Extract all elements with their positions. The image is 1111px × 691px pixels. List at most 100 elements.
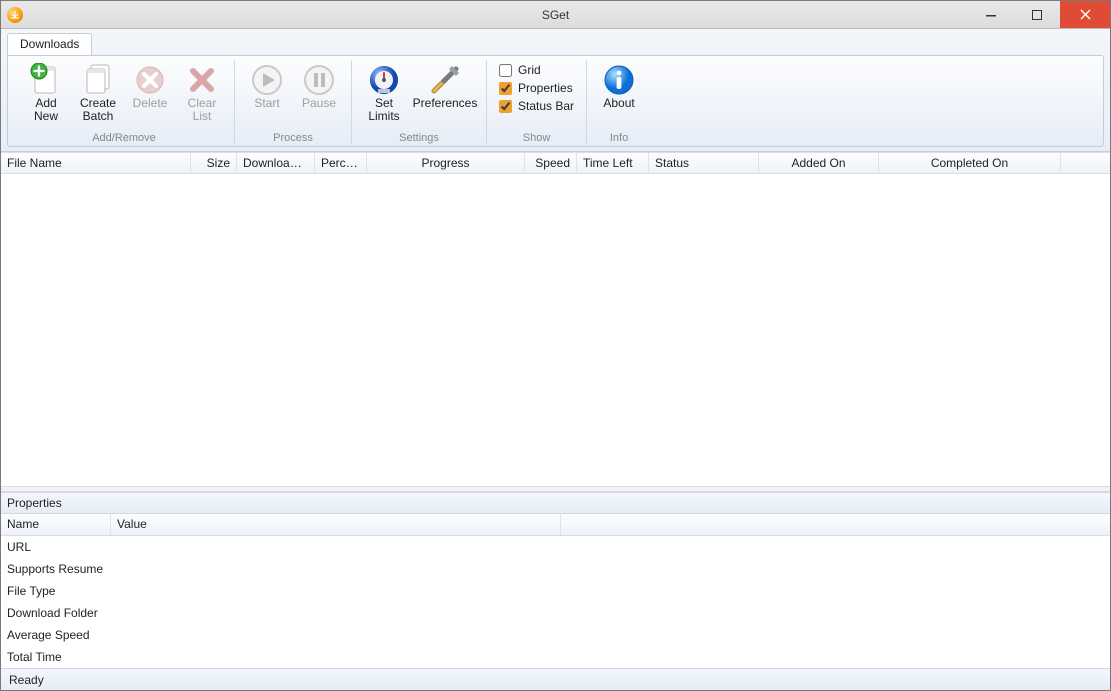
ribbon-button-label: Clear List [188,97,217,125]
property-row: Supports Resume [1,558,1110,580]
column-header[interactable]: Progress [367,153,525,173]
checkbox-label: Properties [518,81,573,95]
column-header[interactable]: Speed [525,153,577,173]
start-icon [250,63,284,97]
tab-label: Downloads [20,37,79,51]
property-name: URL [1,540,111,554]
start-button: Start [243,60,291,126]
ribbon-group: Grid Properties Status Bar Show [487,60,587,144]
column-header[interactable]: Time Left [577,153,649,173]
create-batch-button[interactable]: Create Batch [74,60,122,126]
column-header[interactable]: Percent [315,153,367,173]
preferences-button[interactable]: Preferences [412,60,478,126]
statusbar-text: Ready [9,673,44,687]
property-row: Download Folder [1,602,1110,624]
ribbon-group-row: Set Limits Preferences [360,60,478,130]
property-name: File Type [1,584,111,598]
ribbon-button-label: Add New [34,97,58,125]
statusbar: Ready [1,668,1110,690]
about-icon [602,63,636,97]
ribbon-group: About Info [587,60,651,144]
maximize-button[interactable] [1014,1,1060,28]
statusbar-checkbox-input[interactable] [499,100,512,113]
ribbon-tabstrip: Downloads [7,33,1104,55]
ribbon-button-label: Create Batch [80,97,116,125]
checkbox-label: Grid [518,63,541,77]
properties-col-name[interactable]: Name [1,514,111,535]
ribbon-group: Start Pause Process [235,60,352,144]
delete-button: Delete [126,60,174,126]
ribbon-group-row: Grid Properties Status Bar [495,60,578,130]
pause-button: Pause [295,60,343,126]
grid-checkbox[interactable]: Grid [495,62,578,78]
minimize-icon [986,10,996,20]
limits-icon [367,63,401,97]
property-row: URL [1,536,1110,558]
ribbon-button-label: Set Limits [368,97,399,125]
property-name: Total Time [1,650,111,664]
add-new-button[interactable]: Add New [22,60,70,126]
ribbon-button-label: Pause [302,97,336,125]
window-controls [968,1,1110,28]
downloads-body[interactable] [1,174,1110,486]
properties-checkbox[interactable]: Properties [495,80,578,96]
ribbon: Add New Create Batch Delete Clear ListAd… [7,55,1104,147]
downloads-header-row: File NameSizeDownloadedPercentProgressSp… [1,152,1110,174]
show-checkbox-column: Grid Properties Status Bar [495,60,578,114]
ribbon-button-label: Delete [133,97,168,125]
clear-list-icon [185,63,219,97]
ribbon-button-label: Start [254,97,279,125]
add-new-icon [29,63,63,97]
properties-col-value[interactable]: Value [111,514,561,535]
about-button[interactable]: About [595,60,643,126]
properties-rows: URL Supports Resume File Type Download Fold… [1,536,1110,668]
property-row: Total Time [1,646,1110,668]
ribbon-group: Set Limits Preferences Settings [352,60,487,144]
create-batch-icon [81,63,115,97]
ribbon-area: Downloads Add New Create Batch Delete Cl… [1,29,1110,152]
column-header[interactable]: Completed On [879,153,1061,173]
pause-icon [302,63,336,97]
ribbon-button-label: About [603,97,634,125]
minimize-button[interactable] [968,1,1014,28]
ribbon-group-label: Info [610,132,628,144]
clear-list-button: Clear List [178,60,226,126]
properties-checkbox-input[interactable] [499,82,512,95]
statusbar-checkbox[interactable]: Status Bar [495,98,578,114]
ribbon-button-label: Preferences [413,97,478,125]
preferences-icon [428,63,462,97]
grid-checkbox-input[interactable] [499,64,512,77]
window-title: SGet [1,8,1110,22]
property-name: Supports Resume [1,562,111,576]
property-row: File Type [1,580,1110,602]
ribbon-group-label: Show [523,132,551,144]
set-limits-button[interactable]: Set Limits [360,60,408,126]
tab-downloads[interactable]: Downloads [7,33,92,55]
ribbon-group-row: Add New Create Batch Delete Clear List [22,60,226,130]
column-header[interactable]: File Name [1,153,191,173]
downloads-area: File NameSizeDownloadedPercentProgressSp… [1,152,1110,486]
column-header[interactable]: Downloaded [237,153,315,173]
checkbox-label: Status Bar [518,99,574,113]
properties-title: Properties [1,492,1110,514]
properties-col-spacer [561,514,1110,535]
app-window: SGet Downloads Add New [0,0,1111,691]
maximize-icon [1032,10,1042,20]
app-icon [7,7,23,23]
property-name: Average Speed [1,628,111,642]
column-header[interactable]: Size [191,153,237,173]
ribbon-group-label: Process [273,132,313,144]
close-icon [1080,9,1091,20]
ribbon-group-label: Settings [399,132,439,144]
property-row: Average Speed [1,624,1110,646]
ribbon-group-row: Start Pause [243,60,343,130]
property-name: Download Folder [1,606,111,620]
ribbon-group-row: About [595,60,643,130]
properties-panel: Properties Name Value URL Supports Resume… [1,492,1110,668]
column-header[interactable]: Added On [759,153,879,173]
ribbon-group: Add New Create Batch Delete Clear ListAd… [14,60,235,144]
column-header[interactable]: Status [649,153,759,173]
close-button[interactable] [1060,1,1110,28]
delete-icon [133,63,167,97]
properties-header-row: Name Value [1,514,1110,536]
